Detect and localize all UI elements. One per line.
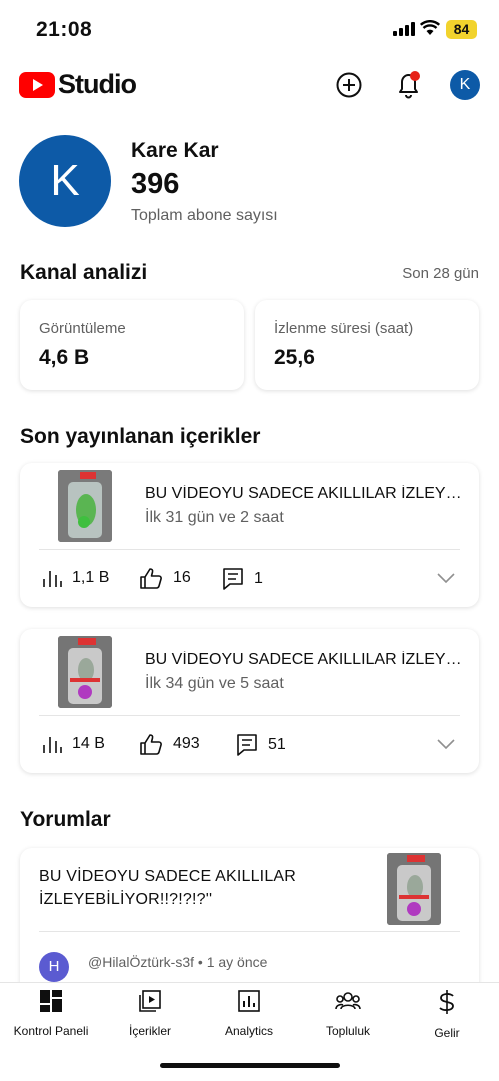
comment-icon bbox=[223, 568, 243, 590]
stat-value: 4,6 B bbox=[39, 346, 90, 369]
bar-chart-icon bbox=[43, 737, 62, 753]
wifi-icon bbox=[420, 20, 440, 35]
likes-metric: 16 bbox=[139, 567, 191, 589]
nav-community[interactable]: Topluluk bbox=[298, 989, 398, 1038]
comments-section-title: Yorumlar bbox=[20, 808, 111, 831]
stat-label: Görüntüleme bbox=[39, 320, 126, 337]
nav-label: Kontrol Paneli bbox=[13, 1024, 89, 1038]
stat-value: 25,6 bbox=[274, 346, 315, 369]
recent-content-title: Son yayınlanan içerikler bbox=[20, 425, 261, 448]
thumbnail-image-icon bbox=[58, 470, 112, 542]
divider bbox=[39, 931, 460, 932]
chevron-down-icon[interactable] bbox=[437, 739, 455, 749]
create-plus-icon[interactable] bbox=[336, 72, 362, 98]
earn-icon bbox=[439, 990, 454, 1014]
status-time: 21:08 bbox=[36, 18, 93, 41]
battery-indicator: 84 bbox=[446, 20, 477, 39]
likes-count: 493 bbox=[173, 735, 200, 752]
video-title[interactable]: BU VİDEOYU SADECE AKILLILAR İZLEYEBİLİYO… bbox=[145, 651, 465, 669]
status-bar: 21:08 84 bbox=[0, 0, 499, 60]
video-thumbnail[interactable] bbox=[58, 470, 112, 542]
comment-video-thumbnail[interactable] bbox=[387, 853, 441, 925]
nav-label: Analytics bbox=[224, 1024, 274, 1038]
nav-earn[interactable]: Gelir bbox=[397, 989, 497, 1040]
thumbnail-image-icon bbox=[58, 636, 112, 708]
nav-label: İçerikler bbox=[128, 1024, 171, 1038]
commenter-handle[interactable]: @HilalÖztürk-s3f bbox=[88, 954, 194, 970]
analytics-icon bbox=[238, 990, 260, 1012]
comment-time: 1 ay önce bbox=[206, 954, 268, 970]
views-count: 1,1 B bbox=[72, 569, 110, 586]
subscriber-label: Toplam abone sayısı bbox=[131, 207, 278, 224]
nav-label: Topluluk bbox=[325, 1024, 371, 1038]
likes-metric: 493 bbox=[139, 733, 200, 755]
bar-chart-icon bbox=[43, 571, 62, 587]
nav-label: Gelir bbox=[434, 1026, 460, 1040]
studio-logo-text: Studio bbox=[58, 69, 137, 99]
views-metric: 14 B bbox=[42, 735, 105, 753]
comment-icon bbox=[237, 734, 257, 756]
video-title[interactable]: BU VİDEOYU SADECE AKILLILAR İZLEYEBİLİYO… bbox=[145, 485, 465, 503]
thumbs-up-icon bbox=[140, 568, 162, 589]
comments-metric: 1 bbox=[222, 567, 263, 591]
divider bbox=[39, 715, 460, 716]
home-indicator[interactable] bbox=[160, 1063, 340, 1068]
comments-count: 51 bbox=[268, 736, 286, 753]
video-period: İlk 34 gün ve 5 saat bbox=[145, 675, 284, 692]
video-period: İlk 31 gün ve 2 saat bbox=[145, 509, 284, 526]
community-icon bbox=[335, 992, 361, 1010]
dashboard-icon bbox=[40, 990, 62, 1012]
video-thumbnail[interactable] bbox=[58, 636, 112, 708]
thumbs-up-icon bbox=[140, 734, 162, 755]
views-stat-card[interactable]: Görüntüleme 4,6 B bbox=[20, 300, 244, 390]
watch-time-stat-card[interactable]: İzlenme süresi (saat) 25,6 bbox=[255, 300, 479, 390]
video-card[interactable]: BU VİDEOYU SADECE AKILLILAR İZLEYEBİLİYO… bbox=[20, 629, 479, 773]
cellular-signal-icon bbox=[393, 22, 415, 36]
nav-dashboard[interactable]: Kontrol Paneli bbox=[1, 989, 101, 1038]
youtube-logo-icon bbox=[19, 72, 55, 98]
channel-name: Kare Kar bbox=[131, 139, 219, 162]
channel-avatar: K bbox=[19, 135, 111, 227]
comment-video-title-line2: İZLEYEBİLİYOR!!?!?!?'' bbox=[39, 891, 213, 908]
nav-analytics[interactable]: Analytics bbox=[199, 989, 299, 1038]
subscriber-count: 396 bbox=[131, 168, 180, 200]
account-avatar[interactable]: K bbox=[450, 70, 480, 100]
stat-label: İzlenme süresi (saat) bbox=[274, 320, 414, 337]
comment-meta: @HilalÖztürk-s3f • 1 ay önce bbox=[88, 954, 267, 970]
comments-count: 1 bbox=[254, 570, 263, 587]
thumbnail-image-icon bbox=[387, 853, 441, 925]
analytics-period[interactable]: Son 28 gün bbox=[402, 265, 479, 282]
comment-video-title: BU VİDEOYU SADECE AKILLILAR İZLEYEBİLİYO… bbox=[39, 865, 359, 911]
channel-analytics-title: Kanal analizi bbox=[20, 261, 148, 284]
meta-separator: • bbox=[197, 954, 203, 970]
divider bbox=[39, 549, 460, 550]
chevron-down-icon[interactable] bbox=[437, 573, 455, 583]
comments-metric: 51 bbox=[236, 733, 286, 757]
likes-count: 16 bbox=[173, 569, 191, 586]
app-bar: Studio K bbox=[0, 68, 499, 108]
content-icon bbox=[139, 990, 161, 1012]
video-card[interactable]: BU VİDEOYU SADECE AKILLILAR İZLEYEBİLİYO… bbox=[20, 463, 479, 607]
views-metric: 1,1 B bbox=[42, 569, 109, 587]
comment-video-title-line1: BU VİDEOYU SADECE AKILLILAR bbox=[39, 868, 297, 885]
notifications-bell-icon[interactable] bbox=[395, 70, 423, 100]
views-count: 14 B bbox=[72, 735, 105, 752]
nav-content[interactable]: İçerikler bbox=[100, 989, 200, 1038]
commenter-avatar[interactable]: H bbox=[39, 952, 69, 982]
